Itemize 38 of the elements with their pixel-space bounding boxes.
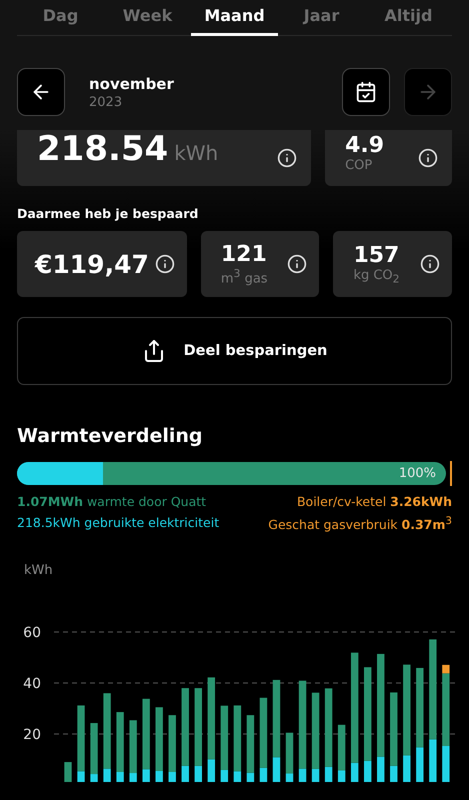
legend-text: Boiler/cv-ketel 3.26kWh [296,494,452,509]
info-icon[interactable] [154,254,175,274]
savings-value: 157 [353,242,400,268]
stat-unit: COP [345,158,374,173]
legend-text: 218.5kWh gebruikte elektriciteit [17,515,220,532]
tick-label: 20 [23,727,41,744]
period-tab[interactable]: Altijd [365,0,452,36]
month-label: november [89,74,175,92]
section-subtitle: Daarmee heb je bespaard [17,206,200,221]
calendar-button[interactable] [342,68,390,116]
info-icon[interactable] [418,148,438,168]
section-title: Warmteverdeling [17,425,204,447]
stat-unit: kWh [174,141,218,165]
savings-value: 121 [220,242,268,267]
period-tab[interactable]: Maand [191,0,278,36]
legend-text: 1.07MWh warmte door Quatt [17,494,208,509]
savings-unit: kg CO$_{2}$ [353,268,401,286]
info-icon[interactable] [420,254,440,274]
year-label: 2023 [89,94,124,110]
savings-unit: m$^{3}$ gas [220,266,269,286]
period-tab[interactable]: Week [104,0,191,36]
info-icon[interactable] [277,148,298,168]
chart-bar [64,762,72,782]
info-icon[interactable] [287,254,308,274]
percent-label: 100% [398,466,437,481]
savings-amount: €119,47 [35,250,149,278]
stat-value: 4.9 [345,133,386,158]
tick-label: 60 [23,625,41,642]
stat-value: 218.54 [37,129,168,169]
tick-label: 40 [23,676,41,692]
share-button[interactable]: Deel besparingen [17,317,452,385]
previous-button[interactable] [17,68,65,116]
axis-label: kWh [24,563,53,578]
legend-text: Geschat gasverbruik 0.37m$^{3}$ [268,515,452,532]
period-tab[interactable]: Jaar [278,0,365,36]
period-tab[interactable]: Dag [17,0,104,36]
calendar-icon [355,81,377,103]
boiler-marker [450,461,452,486]
